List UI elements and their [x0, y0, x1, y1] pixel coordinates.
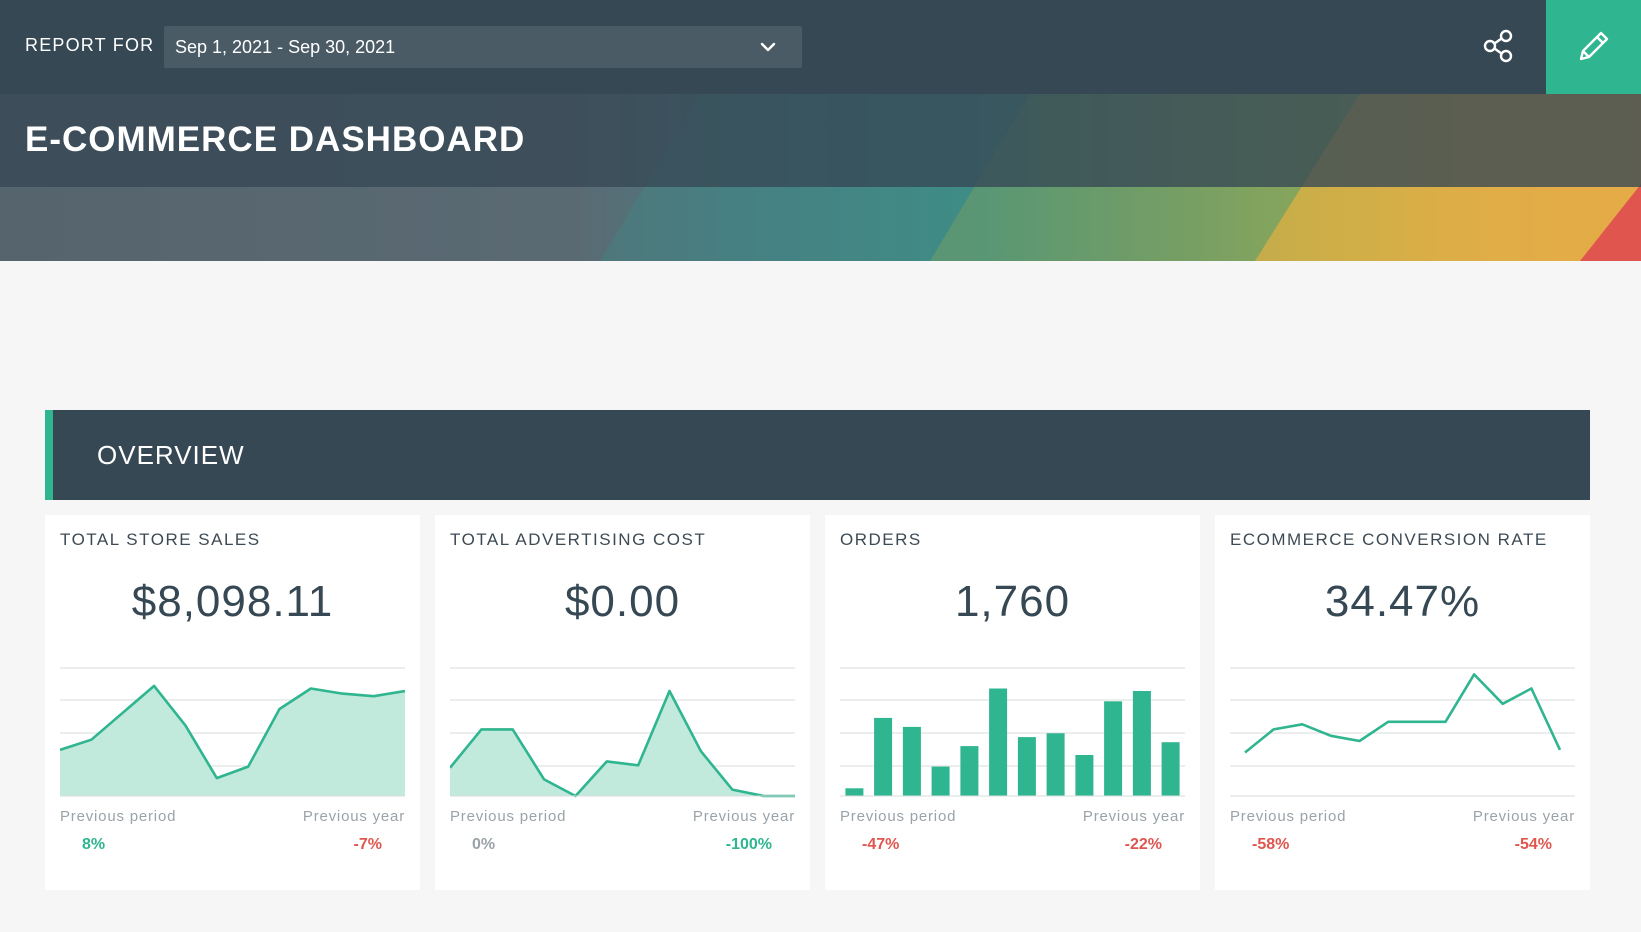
- share-icon: [1483, 29, 1513, 63]
- bar: [1132, 691, 1151, 796]
- metric-card-total-store-sales[interactable]: TOTAL STORE SALES $8,098.11 Previous per…: [45, 515, 420, 890]
- previous-period-change: -58%: [1252, 836, 1290, 853]
- card-title: TOTAL ADVERTISING COST: [450, 530, 707, 549]
- sparkline-chart: [450, 667, 795, 798]
- bar: [1161, 742, 1180, 796]
- banner: E-COMMERCE DASHBOARD: [0, 94, 1641, 261]
- previous-year-label: Previous year: [1082, 808, 1185, 825]
- previous-year-label: Previous year: [692, 808, 795, 825]
- chevron-down-icon: [760, 42, 776, 52]
- overview-header: OVERVIEW: [45, 410, 1590, 500]
- metric-card-orders[interactable]: ORDERS 1,760 Previous period Previous ye…: [825, 515, 1200, 890]
- previous-period-label: Previous period: [450, 808, 567, 825]
- previous-year-change: -7%: [353, 836, 382, 853]
- previous-period-label: Previous period: [1230, 808, 1347, 825]
- top-bar: REPORT FOR Sep 1, 2021 - Sep 30, 2021: [0, 0, 1641, 94]
- date-range-value: Sep 1, 2021 - Sep 30, 2021: [175, 37, 396, 57]
- bar: [1075, 755, 1094, 796]
- bar: [1017, 737, 1036, 796]
- bar: [902, 726, 921, 796]
- previous-period-label: Previous period: [60, 808, 177, 825]
- bar: [845, 788, 864, 796]
- date-range-select[interactable]: Sep 1, 2021 - Sep 30, 2021: [164, 26, 802, 68]
- previous-year-change: -22%: [1124, 836, 1162, 853]
- card-title: TOTAL STORE SALES: [60, 530, 261, 549]
- card-value: 1,760: [954, 577, 1071, 626]
- previous-period-label: Previous period: [840, 808, 957, 825]
- card-value: 34.47%: [1324, 577, 1481, 626]
- line-chart: [1230, 667, 1575, 797]
- bar: [960, 746, 979, 796]
- bar: [1046, 733, 1065, 796]
- card-value: $0.00: [564, 577, 681, 626]
- page-title: E-COMMERCE DASHBOARD: [25, 120, 526, 159]
- bar-chart: [840, 667, 1185, 797]
- card-title: ORDERS: [840, 530, 922, 549]
- area-fill: [60, 685, 405, 796]
- sparkline-chart: [60, 667, 405, 797]
- series-line: [1244, 673, 1562, 754]
- report-for-label: REPORT FOR: [25, 35, 155, 55]
- bar: [989, 688, 1008, 796]
- previous-year-label: Previous year: [1472, 808, 1575, 825]
- bar: [874, 717, 893, 796]
- previous-period-change: -47%: [862, 836, 900, 853]
- previous-year-change: -100%: [725, 836, 772, 853]
- bar: [931, 766, 950, 796]
- metric-card-total-advertising-cost[interactable]: TOTAL ADVERTISING COST $0.00 Previous pe…: [435, 515, 810, 890]
- area-fill: [450, 691, 795, 796]
- metric-card-ecommerce-conversion-rate[interactable]: ECOMMERCE CONVERSION RATE 34.47% Previou…: [1215, 515, 1590, 890]
- pencil-icon: [1579, 31, 1609, 61]
- title-band: E-COMMERCE DASHBOARD: [0, 94, 1641, 187]
- card-value: $8,098.11: [131, 577, 334, 626]
- overview-title: OVERVIEW: [97, 440, 245, 470]
- previous-year-label: Previous year: [302, 808, 405, 825]
- share-button[interactable]: [1480, 27, 1518, 65]
- previous-period-change: 0%: [472, 836, 496, 853]
- previous-period-change: 8%: [82, 836, 106, 853]
- card-title: ECOMMERCE CONVERSION RATE: [1230, 530, 1548, 549]
- bar: [1104, 701, 1123, 796]
- edit-button[interactable]: [1546, 0, 1641, 94]
- previous-year-change: -54%: [1514, 836, 1552, 853]
